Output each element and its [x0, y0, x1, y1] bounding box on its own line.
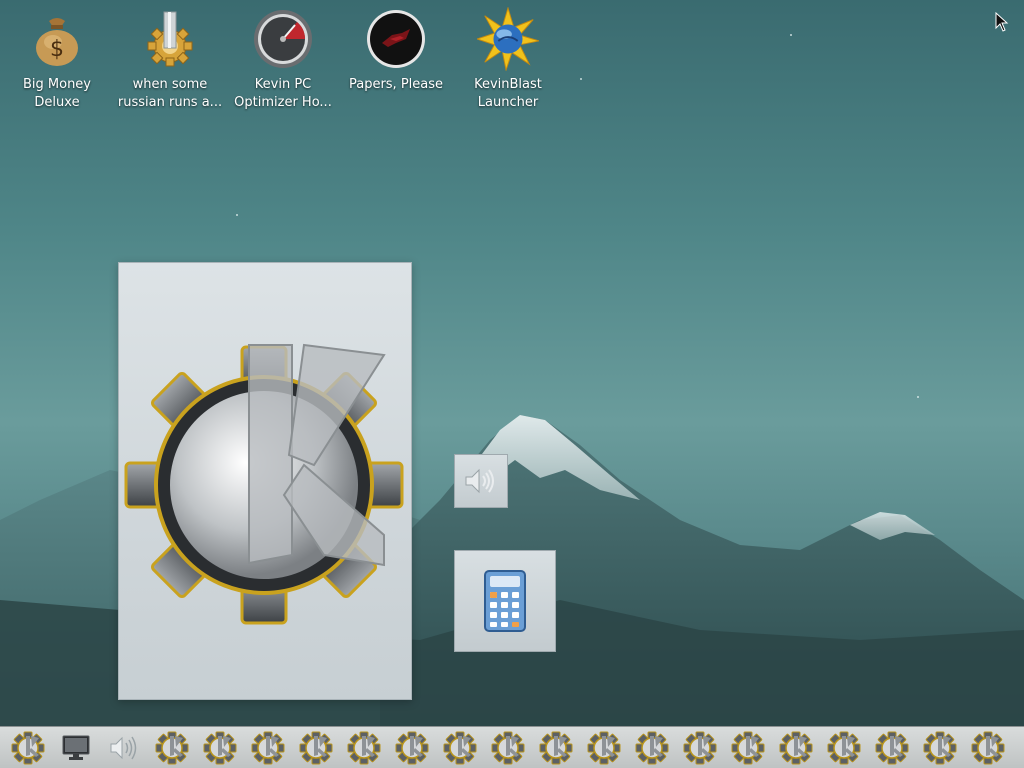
- taskbar-item-kde[interactable]: [440, 730, 480, 766]
- kde-gear-logo-icon: [124, 343, 404, 625]
- gear-pipe-icon: [139, 8, 201, 70]
- kde-logo-window[interactable]: [118, 262, 412, 700]
- taskbar-item-kde[interactable]: [632, 730, 672, 766]
- taskbar-item-volume[interactable]: [104, 730, 144, 766]
- mouse-cursor-icon: [995, 12, 1009, 32]
- taskbar-item-kde[interactable]: [872, 730, 912, 766]
- calculator-window-thumbnail[interactable]: [454, 550, 556, 652]
- desktop-icon-big-money-deluxe[interactable]: $ Big Money Deluxe: [2, 8, 112, 112]
- taskbar-item-kde[interactable]: [344, 730, 384, 766]
- kde-gear-icon: [827, 731, 861, 764]
- taskbar-item-display[interactable]: [56, 730, 96, 766]
- desktop-icon-papers-please[interactable]: Papers, Please: [341, 8, 451, 94]
- kde-gear-icon: [875, 731, 909, 764]
- taskbar-item-kde[interactable]: [488, 730, 528, 766]
- kde-gear-icon: [155, 731, 189, 764]
- speaker-icon: [110, 736, 137, 759]
- kde-gear-icon: [443, 731, 477, 764]
- kde-gear-icon: [251, 731, 285, 764]
- taskbar-item-kde[interactable]: [680, 730, 720, 766]
- kde-gear-icon: [779, 731, 813, 764]
- star: [236, 214, 238, 216]
- taskbar: [0, 726, 1024, 768]
- speedometer-icon: [252, 8, 314, 70]
- svg-text:$: $: [50, 37, 64, 62]
- kde-gear-icon: [491, 731, 525, 764]
- taskbar-item-kde[interactable]: [536, 730, 576, 766]
- desktop-icon-label: when some russian runs a...: [117, 77, 223, 110]
- desktop-icon-kevinblast-launcher[interactable]: KevinBlast Launcher: [453, 7, 563, 112]
- taskbar-item-kde[interactable]: [8, 730, 48, 766]
- taskbar-item-kde[interactable]: [584, 730, 624, 766]
- taskbar-item-kde[interactable]: [248, 730, 288, 766]
- kde-gear-icon: [395, 731, 429, 764]
- star: [917, 396, 919, 398]
- taskbar-item-kde[interactable]: [968, 730, 1008, 766]
- kde-gear-icon: [203, 731, 237, 764]
- kde-gear-icon: [347, 731, 381, 764]
- kde-gear-icon: [731, 731, 765, 764]
- monitor-icon: [62, 735, 90, 760]
- taskbar-item-kde[interactable]: [920, 730, 960, 766]
- kde-gear-icon: [299, 731, 333, 764]
- taskbar-item-kde[interactable]: [824, 730, 864, 766]
- taskbar-item-kde[interactable]: [728, 730, 768, 766]
- kde-gear-icon: [683, 731, 717, 764]
- desktop-icon-label: KevinBlast Launcher: [474, 77, 542, 110]
- papers-please-icon: [365, 8, 427, 70]
- taskbar-item-kde[interactable]: [776, 730, 816, 766]
- desktop-icon-label: Papers, Please: [348, 77, 444, 92]
- calculator-icon: [484, 570, 526, 632]
- kde-gear-icon: [971, 731, 1005, 764]
- taskbar-item-kde[interactable]: [296, 730, 336, 766]
- taskbar-item-kde[interactable]: [392, 730, 432, 766]
- desktop-icon-kevin-pc-optimizer[interactable]: Kevin PC Optimizer Ho...: [228, 8, 338, 112]
- speaker-icon: [465, 468, 494, 494]
- desktop-icon-russian-runs[interactable]: when some russian runs a...: [115, 8, 225, 112]
- money-bag-icon: $: [26, 8, 88, 70]
- star: [580, 78, 582, 80]
- kde-gear-icon: [635, 731, 669, 764]
- kevinblast-icon: [477, 7, 539, 71]
- kde-gear-icon: [923, 731, 957, 764]
- kde-gear-icon: [539, 731, 573, 764]
- desktop-icon-label: Big Money Deluxe: [22, 77, 91, 110]
- desktop-icon-label: Kevin PC Optimizer Ho...: [234, 77, 332, 110]
- taskbar-item-kde[interactable]: [200, 730, 240, 766]
- taskbar-item-kde[interactable]: [152, 730, 192, 766]
- star: [790, 34, 792, 36]
- volume-window-thumbnail[interactable]: [454, 454, 508, 508]
- kde-gear-icon: [587, 731, 621, 764]
- kde-gear-icon: [11, 731, 45, 764]
